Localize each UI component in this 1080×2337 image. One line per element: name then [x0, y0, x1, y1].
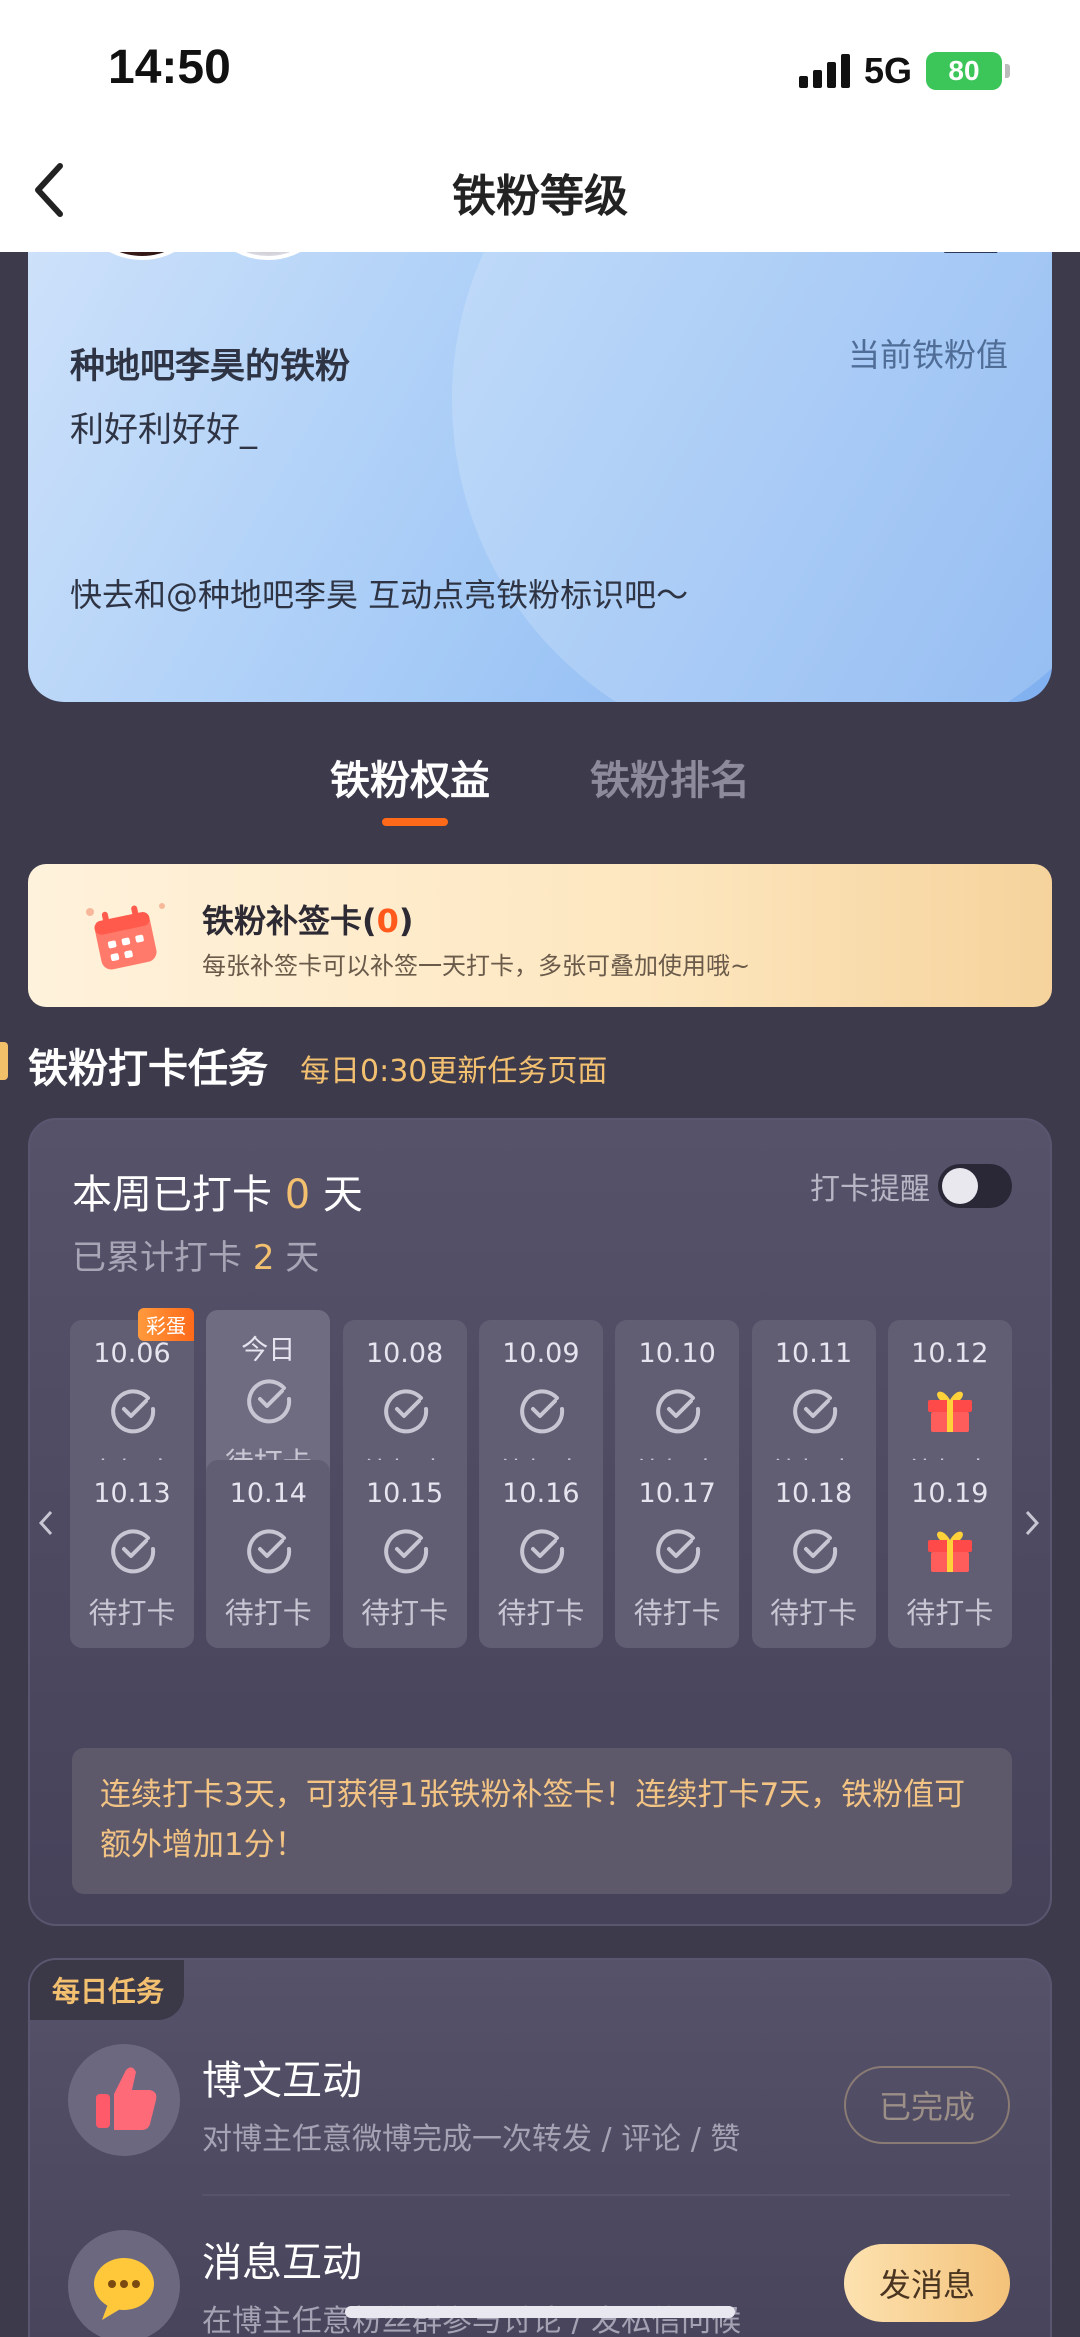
checkin-day-status: 待打卡 — [224, 1596, 312, 1630]
status-icons: 5G 80 — [798, 50, 1010, 92]
daily-tasks-tag: 每日任务 — [30, 1960, 185, 2020]
makeup-card-count: 0 — [376, 902, 399, 940]
thumbs-up-icon — [68, 2044, 180, 2156]
tab-fan-benefits[interactable]: 铁粉权益 — [330, 748, 490, 826]
check-icon — [656, 1529, 701, 1574]
check-icon — [520, 1389, 564, 1434]
task-title-blog: 博文互动 — [202, 2058, 362, 2104]
home-indicator — [345, 2306, 735, 2318]
checkin-day[interactable]: 10.18 待打卡 — [751, 1460, 876, 1648]
checkin-day-status: 待打卡 — [769, 1596, 857, 1630]
fan-name: 种地吧李昊的铁粉 — [70, 347, 351, 387]
checkin-rule: 连续打卡3天，可获得1张铁粉补签卡！连续打卡7天，铁粉值可额外增加1分！ — [72, 1748, 1012, 1894]
check-icon — [247, 1529, 292, 1574]
checkin-day-date: 10.15 — [365, 1478, 444, 1509]
send-message-button[interactable]: 发消息 — [844, 2244, 1010, 2322]
remind-toggle[interactable] — [938, 1164, 1012, 1208]
checkin-day-status: 待打卡 — [633, 1596, 721, 1630]
checkin-day-status: 待打卡 — [906, 1596, 994, 1630]
checkin-panel: 本周已打卡 0 天 已累计打卡 2 天 打卡提醒 10.06未打卡彩蛋今日待打卡… — [28, 1118, 1052, 1926]
checkin-day[interactable]: 10.15 待打卡 — [342, 1460, 467, 1648]
page-title: 铁粉等级 — [452, 171, 628, 222]
fan-profile-card: 2 当前铁粉值 种地吧李昊的铁粉 利好利好好_ 快去和@种地吧李昊 互动点亮铁粉… — [28, 200, 1052, 702]
checkin-day[interactable]: 10.13 待打卡 — [70, 1460, 194, 1648]
easter-egg-badge: 彩蛋 — [138, 1308, 194, 1341]
checkin-day-date: 10.08 — [365, 1338, 444, 1369]
checkin-day-status: 待打卡 — [361, 1596, 449, 1630]
check-icon — [111, 1389, 156, 1434]
checkin-day-date: 10.18 — [774, 1478, 853, 1509]
signal-icon — [798, 54, 850, 88]
makeup-card-desc: 每张补签卡可以补签一天打卡，多张可叠加使用哦~ — [202, 952, 751, 980]
remind-label: 打卡提醒 — [810, 1172, 930, 1207]
checkin-day-date: 10.09 — [502, 1338, 580, 1369]
check-icon — [383, 1389, 428, 1434]
battery-level: 80 — [948, 55, 980, 86]
tab-bar: 铁粉权益 铁粉排名 — [0, 748, 1080, 826]
check-icon — [792, 1529, 837, 1574]
gift-icon — [927, 1391, 972, 1432]
fan-value-label: 当前铁粉值 — [847, 336, 1008, 374]
checkin-day-date: 10.10 — [638, 1338, 716, 1369]
checkin-day-date: 10.13 — [93, 1478, 171, 1509]
top-bar: 14:50 5G 80 铁粉等级 — [0, 0, 1080, 252]
checkin-section-subtitle: 每日0:30更新任务页面 — [300, 1054, 608, 1089]
checkin-day[interactable]: 10.14 待打卡 — [206, 1460, 331, 1648]
checkin-day[interactable]: 10.16 待打卡 — [478, 1460, 603, 1648]
status-time: 14:50 — [108, 41, 231, 94]
check-icon — [247, 1379, 292, 1424]
prev-week-arrow-icon[interactable] — [36, 1508, 56, 1538]
tab-fan-ranking[interactable]: 铁粉排名 — [590, 748, 750, 806]
check-icon — [792, 1389, 837, 1434]
checkin-day-date: 10.19 — [911, 1478, 989, 1509]
checkin-day[interactable]: 10.17 待打卡 — [615, 1460, 740, 1648]
fan-hint: 快去和@种地吧李昊 互动点亮铁粉标识吧～ — [70, 576, 689, 614]
week-checkin-count: 本周已打卡 0 天 — [72, 1172, 363, 1218]
task-desc-blog: 对博主任意微博完成一次转发 / 评论 / 赞 — [202, 2122, 741, 2157]
checkin-day-date: 10.14 — [229, 1478, 307, 1509]
checkin-day-date: 10.17 — [638, 1478, 716, 1509]
task-title-message: 消息互动 — [202, 2240, 362, 2286]
next-week-arrow-icon[interactable] — [1022, 1508, 1042, 1538]
network-type: 5G — [863, 50, 912, 91]
daily-tasks-panel: 每日任务 博文互动 对博主任意微博完成一次转发 / 评论 / 赞 已完成 消息互… — [28, 1958, 1052, 2337]
battery-icon: 80 — [926, 52, 1010, 90]
task-divider — [202, 2194, 1010, 2196]
gift-icon — [927, 1531, 972, 1572]
checkin-day[interactable]: 10.19 待打卡 — [887, 1460, 1012, 1648]
checkin-day-date: 今日 — [241, 1335, 296, 1366]
checkin-day-date: 10.12 — [911, 1338, 989, 1369]
check-icon — [111, 1529, 156, 1574]
makeup-card-banner[interactable]: 铁粉补签卡(0) 每张补签卡可以补签一天打卡，多张可叠加使用哦~ — [28, 864, 1052, 1007]
calendar-icon — [86, 903, 165, 970]
checkin-day-date: 10.11 — [774, 1338, 853, 1369]
checkin-day-status: 待打卡 — [88, 1596, 176, 1630]
check-icon — [383, 1529, 428, 1574]
checkin-day-date: 10.06 — [93, 1338, 171, 1369]
task-completed-button[interactable]: 已完成 — [844, 2066, 1010, 2144]
checkin-day-date: 10.16 — [502, 1478, 580, 1509]
chat-bubble-icon — [68, 2230, 180, 2337]
check-icon — [656, 1389, 701, 1434]
section-marker — [0, 1042, 8, 1080]
makeup-card-title: 铁粉补签卡(0) — [202, 902, 414, 940]
checkin-day-status: 待打卡 — [497, 1596, 585, 1630]
checkin-section-title: 铁粉打卡任务 — [28, 1046, 268, 1092]
fan-subtitle: 利好利好好_ — [70, 410, 257, 450]
total-checkin-count: 已累计打卡 2 天 — [72, 1238, 320, 1278]
check-icon — [520, 1529, 564, 1574]
